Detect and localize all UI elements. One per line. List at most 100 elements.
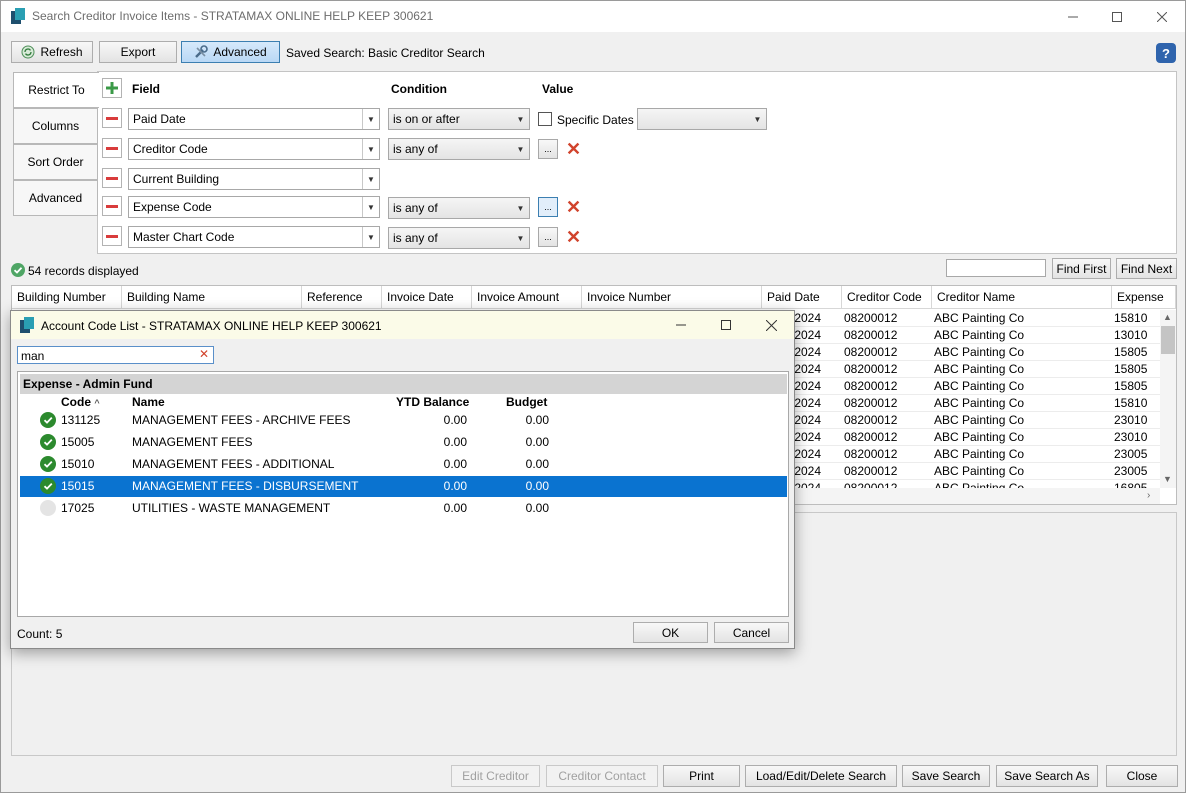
budget-column-header[interactable]: Budget (506, 395, 547, 409)
column-header[interactable]: Expense (1112, 286, 1176, 309)
condition-select[interactable]: is any of ▼ (388, 197, 530, 219)
chevron-down-icon: ▼ (362, 169, 379, 189)
tab-columns[interactable]: Columns (13, 108, 98, 144)
table-cell: ABC Painting Co (934, 362, 1025, 376)
table-cell: ABC Painting Co (934, 413, 1025, 427)
maximize-icon (1112, 11, 1122, 22)
account-search-input[interactable]: man ✕ (17, 346, 214, 364)
remove-criteria-button[interactable] (102, 168, 122, 188)
export-button[interactable]: Export (99, 41, 177, 63)
tab-restrict-to[interactable]: Restrict To (13, 72, 99, 108)
list-item[interactable]: 15005 MANAGEMENT FEES 0.00 0.00 (20, 432, 787, 453)
scroll-down-icon[interactable]: ▼ (1163, 474, 1172, 484)
close-window-button[interactable] (1139, 1, 1185, 32)
column-header[interactable]: Creditor Code (842, 286, 932, 309)
value-picker-button-active[interactable]: ... (538, 197, 558, 217)
check-circle-icon[interactable] (40, 412, 56, 428)
column-header[interactable]: Invoice Date (382, 286, 472, 309)
column-header[interactable]: Invoice Amount (472, 286, 582, 309)
remove-criteria-button[interactable] (102, 138, 122, 158)
field-select-master-chart-code[interactable]: Master Chart Code ▼ (128, 226, 380, 248)
table-cell: /2024 (791, 396, 822, 410)
check-circle-icon[interactable] (40, 456, 56, 472)
name-column-header[interactable]: Name (132, 395, 165, 409)
count-label: Count: 5 (17, 627, 63, 641)
condition-select[interactable]: is on or after ▼ (388, 108, 530, 130)
scroll-right-icon[interactable]: › (1147, 490, 1150, 501)
tab-advanced[interactable]: Advanced (13, 180, 98, 216)
scroll-thumb[interactable] (1161, 326, 1175, 354)
help-button[interactable]: ? (1156, 43, 1176, 63)
column-header[interactable]: Paid Date (762, 286, 842, 309)
field-select-current-building[interactable]: Current Building ▼ (128, 168, 380, 190)
dialog-maximize-button[interactable] (703, 311, 749, 339)
remove-criteria-button[interactable] (102, 196, 122, 216)
cancel-button[interactable]: Cancel (714, 622, 789, 643)
ok-label: OK (661, 625, 680, 640)
find-next-button[interactable]: Find Next (1116, 258, 1177, 279)
refresh-button[interactable]: Refresh (11, 41, 93, 63)
save-search-label: Save Search (911, 769, 981, 783)
field-select-creditor-code[interactable]: Creditor Code ▼ (128, 138, 380, 160)
clear-search-icon[interactable]: ✕ (199, 347, 209, 361)
remove-criteria-button[interactable] (102, 226, 122, 246)
value-picker-button[interactable]: ... (538, 139, 558, 159)
condition-select[interactable]: is any of ▼ (388, 138, 530, 160)
load-edit-delete-search-button[interactable]: Load/Edit/Delete Search (745, 765, 897, 787)
condition-select[interactable]: is any of ▼ (388, 227, 530, 249)
search-value: man (21, 349, 45, 363)
ok-button[interactable]: OK (633, 622, 708, 643)
clear-value-icon[interactable]: ✕ (566, 228, 581, 246)
dialog-minimize-button[interactable] (658, 311, 704, 339)
column-header[interactable]: Building Name (122, 286, 302, 309)
table-cell: /2024 (791, 481, 822, 488)
unchecked-circle-icon[interactable] (40, 500, 56, 516)
chevron-down-icon: ▼ (362, 139, 379, 159)
main-window: Search Creditor Invoice Items - STRATAMA… (0, 0, 1186, 793)
print-button[interactable]: Print (663, 765, 740, 787)
code-column-header[interactable]: Code ^ (61, 395, 100, 409)
specific-dates-select[interactable]: ▼ (637, 108, 767, 130)
save-search-as-button[interactable]: Save Search As (996, 765, 1098, 787)
list-item[interactable]: 17025 UTILITIES - WASTE MANAGEMENT 0.00 0.0… (20, 498, 787, 519)
close-button[interactable]: Close (1106, 765, 1178, 787)
check-circle-icon[interactable] (40, 434, 56, 450)
add-criteria-button[interactable] (102, 78, 122, 98)
column-header[interactable]: Invoice Number (582, 286, 762, 309)
list-item[interactable]: 131125 MANAGEMENT FEES - ARCHIVE FEES 0.00… (20, 410, 787, 431)
list-cell-ytd: 0.00 (443, 457, 467, 471)
creditor-contact-button[interactable]: Creditor Contact (546, 765, 658, 787)
list-item[interactable]: 15010 MANAGEMENT FEES - ADDITIONAL 0.00 0.0… (20, 454, 787, 475)
maximize-button[interactable] (1094, 1, 1140, 32)
column-header[interactable]: Building Number (12, 286, 122, 309)
remove-criteria-button[interactable] (102, 108, 122, 128)
field-select-paid-date[interactable]: Paid Date ▼ (128, 108, 380, 130)
specific-dates-checkbox[interactable] (538, 112, 552, 126)
clear-value-icon[interactable]: ✕ (566, 198, 581, 216)
dialog-close-button[interactable] (748, 311, 794, 339)
scroll-up-icon[interactable]: ▲ (1163, 312, 1172, 322)
find-first-button[interactable]: Find First (1052, 258, 1111, 279)
tools-icon (195, 45, 209, 58)
check-circle-icon[interactable] (40, 478, 56, 494)
list-item[interactable]: 15015 MANAGEMENT FEES - DISBURSEMENT 0.00 0… (20, 476, 787, 497)
column-header[interactable]: Creditor Name (932, 286, 1112, 309)
clear-value-icon[interactable]: ✕ (566, 140, 581, 158)
column-header[interactable]: Reference (302, 286, 382, 309)
tab-sort-order[interactable]: Sort Order (13, 144, 98, 180)
vertical-scrollbar[interactable]: ▲ ▼ (1160, 310, 1176, 488)
list-cell-budget: 0.00 (525, 413, 549, 427)
save-search-button[interactable]: Save Search (902, 765, 990, 787)
advanced-toggle-button[interactable]: Advanced (181, 41, 280, 63)
find-input[interactable] (946, 259, 1046, 277)
app-logo-icon (11, 8, 25, 24)
value-picker-button[interactable]: ... (538, 227, 558, 247)
ytd-column-header[interactable]: YTD Balance (396, 395, 469, 409)
condition-value: is any of (393, 231, 438, 245)
edit-creditor-button[interactable]: Edit Creditor (451, 765, 540, 787)
edit-creditor-label: Edit Creditor (462, 769, 529, 783)
list-cell-code: 15015 (61, 479, 95, 493)
field-select-expense-code[interactable]: Expense Code ▼ (128, 196, 380, 218)
minimize-button[interactable] (1050, 1, 1096, 32)
chevron-down-icon: ▼ (516, 144, 525, 154)
